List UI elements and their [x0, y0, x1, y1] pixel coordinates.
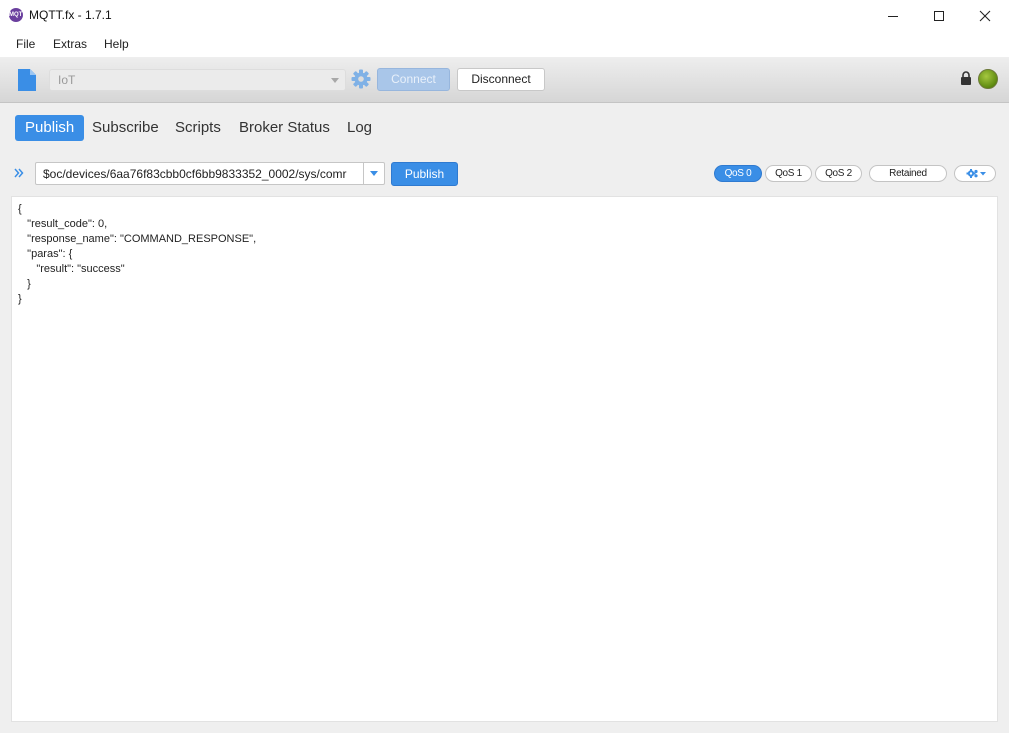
- disconnect-button[interactable]: Disconnect: [457, 68, 545, 91]
- qos-0-toggle[interactable]: QoS 0: [714, 165, 762, 182]
- maximize-icon: [934, 10, 944, 21]
- close-icon: [979, 10, 991, 21]
- connection-settings-button[interactable]: [351, 69, 371, 94]
- minimize-button[interactable]: [870, 0, 916, 31]
- minimize-icon: [888, 15, 898, 17]
- connection-toolbar: IoT Connect Disconnect: [0, 57, 1009, 103]
- lock-icon: [960, 71, 972, 90]
- publish-button[interactable]: Publish: [391, 162, 458, 186]
- window-title: MQTT.fx - 1.7.1: [29, 8, 112, 22]
- publish-toolbar: Publish QoS 0 QoS 1 QoS 2 Retained: [0, 153, 1009, 196]
- connection-profile-value: IoT: [58, 73, 76, 87]
- retained-toggle[interactable]: Retained: [869, 165, 947, 182]
- publish-options-button[interactable]: [954, 165, 996, 182]
- payload-text: { "result_code": 0, "response_name": "CO…: [18, 203, 257, 305]
- topic-combo: [35, 162, 385, 185]
- qos-1-toggle[interactable]: QoS 1: [765, 165, 812, 182]
- menu-file[interactable]: File: [16, 37, 35, 51]
- chevron-down-icon: [331, 78, 339, 83]
- file-icon: [18, 69, 36, 91]
- tab-log[interactable]: Log: [337, 115, 382, 141]
- settings-dropdown-icon: [966, 169, 986, 178]
- qos-2-toggle[interactable]: QoS 2: [815, 165, 862, 182]
- tab-publish[interactable]: Publish: [15, 115, 85, 141]
- tab-scripts[interactable]: Scripts: [165, 115, 231, 141]
- double-chevron-right-icon: [14, 168, 24, 178]
- connection-status-indicator: [978, 69, 998, 89]
- chevron-down-icon: [370, 171, 378, 176]
- tab-subscribe[interactable]: Subscribe: [82, 115, 169, 141]
- menu-bar: File Extras Help: [0, 31, 1009, 57]
- maximize-button[interactable]: [916, 0, 962, 31]
- main-tabs: Publish Subscribe Scripts Broker Status …: [0, 103, 1009, 153]
- connection-profile-select[interactable]: IoT: [49, 69, 346, 91]
- tab-broker-status[interactable]: Broker Status: [229, 115, 340, 141]
- payload-editor[interactable]: { "result_code": 0, "response_name": "CO…: [11, 196, 998, 722]
- gear-icon: [351, 69, 371, 89]
- app-logo-icon: MQTT: [9, 8, 26, 22]
- close-button[interactable]: [962, 0, 1008, 31]
- expand-topics-button[interactable]: [14, 165, 24, 181]
- payload-editor-frame: { "result_code": 0, "response_name": "CO…: [0, 196, 1009, 733]
- menu-extras[interactable]: Extras: [53, 37, 87, 51]
- topic-input[interactable]: [36, 163, 363, 184]
- title-bar: MQTT MQTT.fx - 1.7.1: [0, 0, 1009, 31]
- connect-button[interactable]: Connect: [377, 68, 450, 91]
- topic-dropdown-button[interactable]: [363, 163, 384, 184]
- edit-profile-file-icon[interactable]: [17, 68, 37, 97]
- menu-help[interactable]: Help: [104, 37, 129, 51]
